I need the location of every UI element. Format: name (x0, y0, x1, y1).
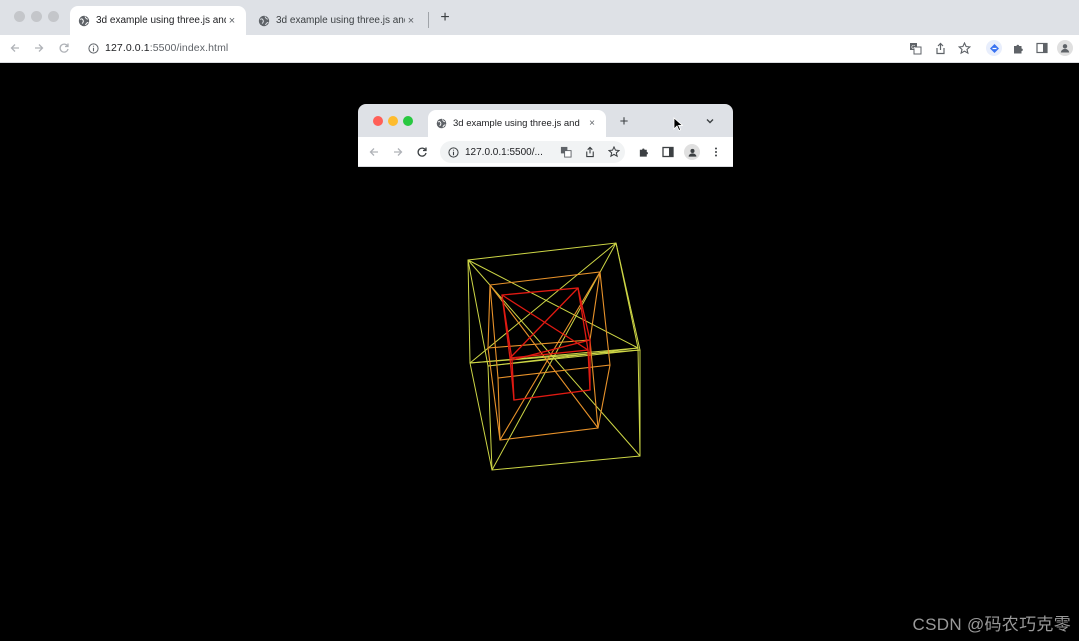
extension-badge-icon[interactable] (986, 40, 1002, 56)
browser-tab-strip: 3d example using three.js and × 3d examp… (0, 0, 1079, 35)
back-icon[interactable] (366, 144, 382, 160)
inner-zoom-window-button[interactable] (403, 116, 413, 126)
tab-inactive[interactable]: 3d example using three.js and × (250, 6, 425, 35)
reload-icon[interactable] (414, 144, 430, 160)
inner-url: 127.0.0.1:5500/... (465, 146, 543, 158)
puzzle-icon[interactable] (1010, 40, 1026, 56)
browser-toolbar: 127.0.0.1:5500/index.html G (0, 35, 1079, 63)
new-tab-button[interactable]: + (437, 8, 453, 28)
profile-icon[interactable] (684, 144, 700, 160)
translate-icon[interactable]: G (907, 40, 923, 56)
tab-title: 3d example using three.js and (276, 15, 405, 26)
inner-toolbar: 127.0.0.1:5500/... (358, 137, 733, 167)
inner-browser-window: 3d example using three.js and × + 127.0.… (358, 104, 733, 192)
profile-icon[interactable] (1057, 40, 1073, 56)
inner-page-content (358, 167, 733, 192)
puzzle-icon[interactable] (636, 144, 652, 160)
inner-close-window-button[interactable] (373, 116, 383, 126)
tab-separator (428, 12, 429, 28)
minimize-window-button[interactable] (31, 11, 42, 22)
svg-text:G: G (911, 44, 915, 50)
sidebar-icon[interactable] (660, 144, 676, 160)
dropdown-icon[interactable] (703, 114, 717, 128)
info-icon[interactable] (88, 42, 99, 54)
url-path: :5500/index.html (149, 42, 229, 54)
url-host: 127.0.0.1 (105, 42, 150, 54)
reload-icon[interactable] (56, 40, 72, 56)
close-window-button[interactable] (14, 11, 25, 22)
inner-tab-strip: 3d example using three.js and × + (358, 104, 733, 137)
inner-tab-title: 3d example using three.js and (453, 118, 580, 129)
zoom-window-button[interactable] (48, 11, 59, 22)
info-icon[interactable] (448, 146, 459, 158)
globe-icon (258, 15, 270, 26)
forward-icon[interactable] (390, 144, 406, 160)
back-icon[interactable] (7, 40, 23, 56)
tab-close-button[interactable]: × (405, 15, 417, 27)
inner-minimize-window-button[interactable] (388, 116, 398, 126)
globe-icon (436, 118, 447, 129)
inner-new-tab-button[interactable]: + (616, 112, 632, 132)
share-icon[interactable] (582, 144, 598, 160)
globe-icon (78, 15, 90, 26)
inner-tab-close-button[interactable]: × (586, 118, 598, 129)
forward-icon[interactable] (31, 40, 47, 56)
menu-icon[interactable] (708, 144, 724, 160)
tab-active[interactable]: 3d example using three.js and × (70, 6, 246, 35)
inner-tab-active[interactable]: 3d example using three.js and × (428, 110, 606, 137)
threejs-canvas[interactable] (440, 230, 660, 490)
star-icon[interactable] (606, 144, 622, 160)
share-icon[interactable] (932, 40, 948, 56)
address-bar[interactable]: 127.0.0.1:5500/index.html (80, 37, 900, 59)
star-icon[interactable] (956, 40, 972, 56)
sidebar-icon[interactable] (1034, 40, 1050, 56)
tab-close-button[interactable]: × (226, 15, 238, 27)
tab-title: 3d example using three.js and (96, 15, 226, 26)
watermark: CSDN @码农巧克零 (912, 615, 1071, 634)
translate-icon[interactable] (558, 144, 574, 160)
cursor-icon (673, 117, 683, 131)
